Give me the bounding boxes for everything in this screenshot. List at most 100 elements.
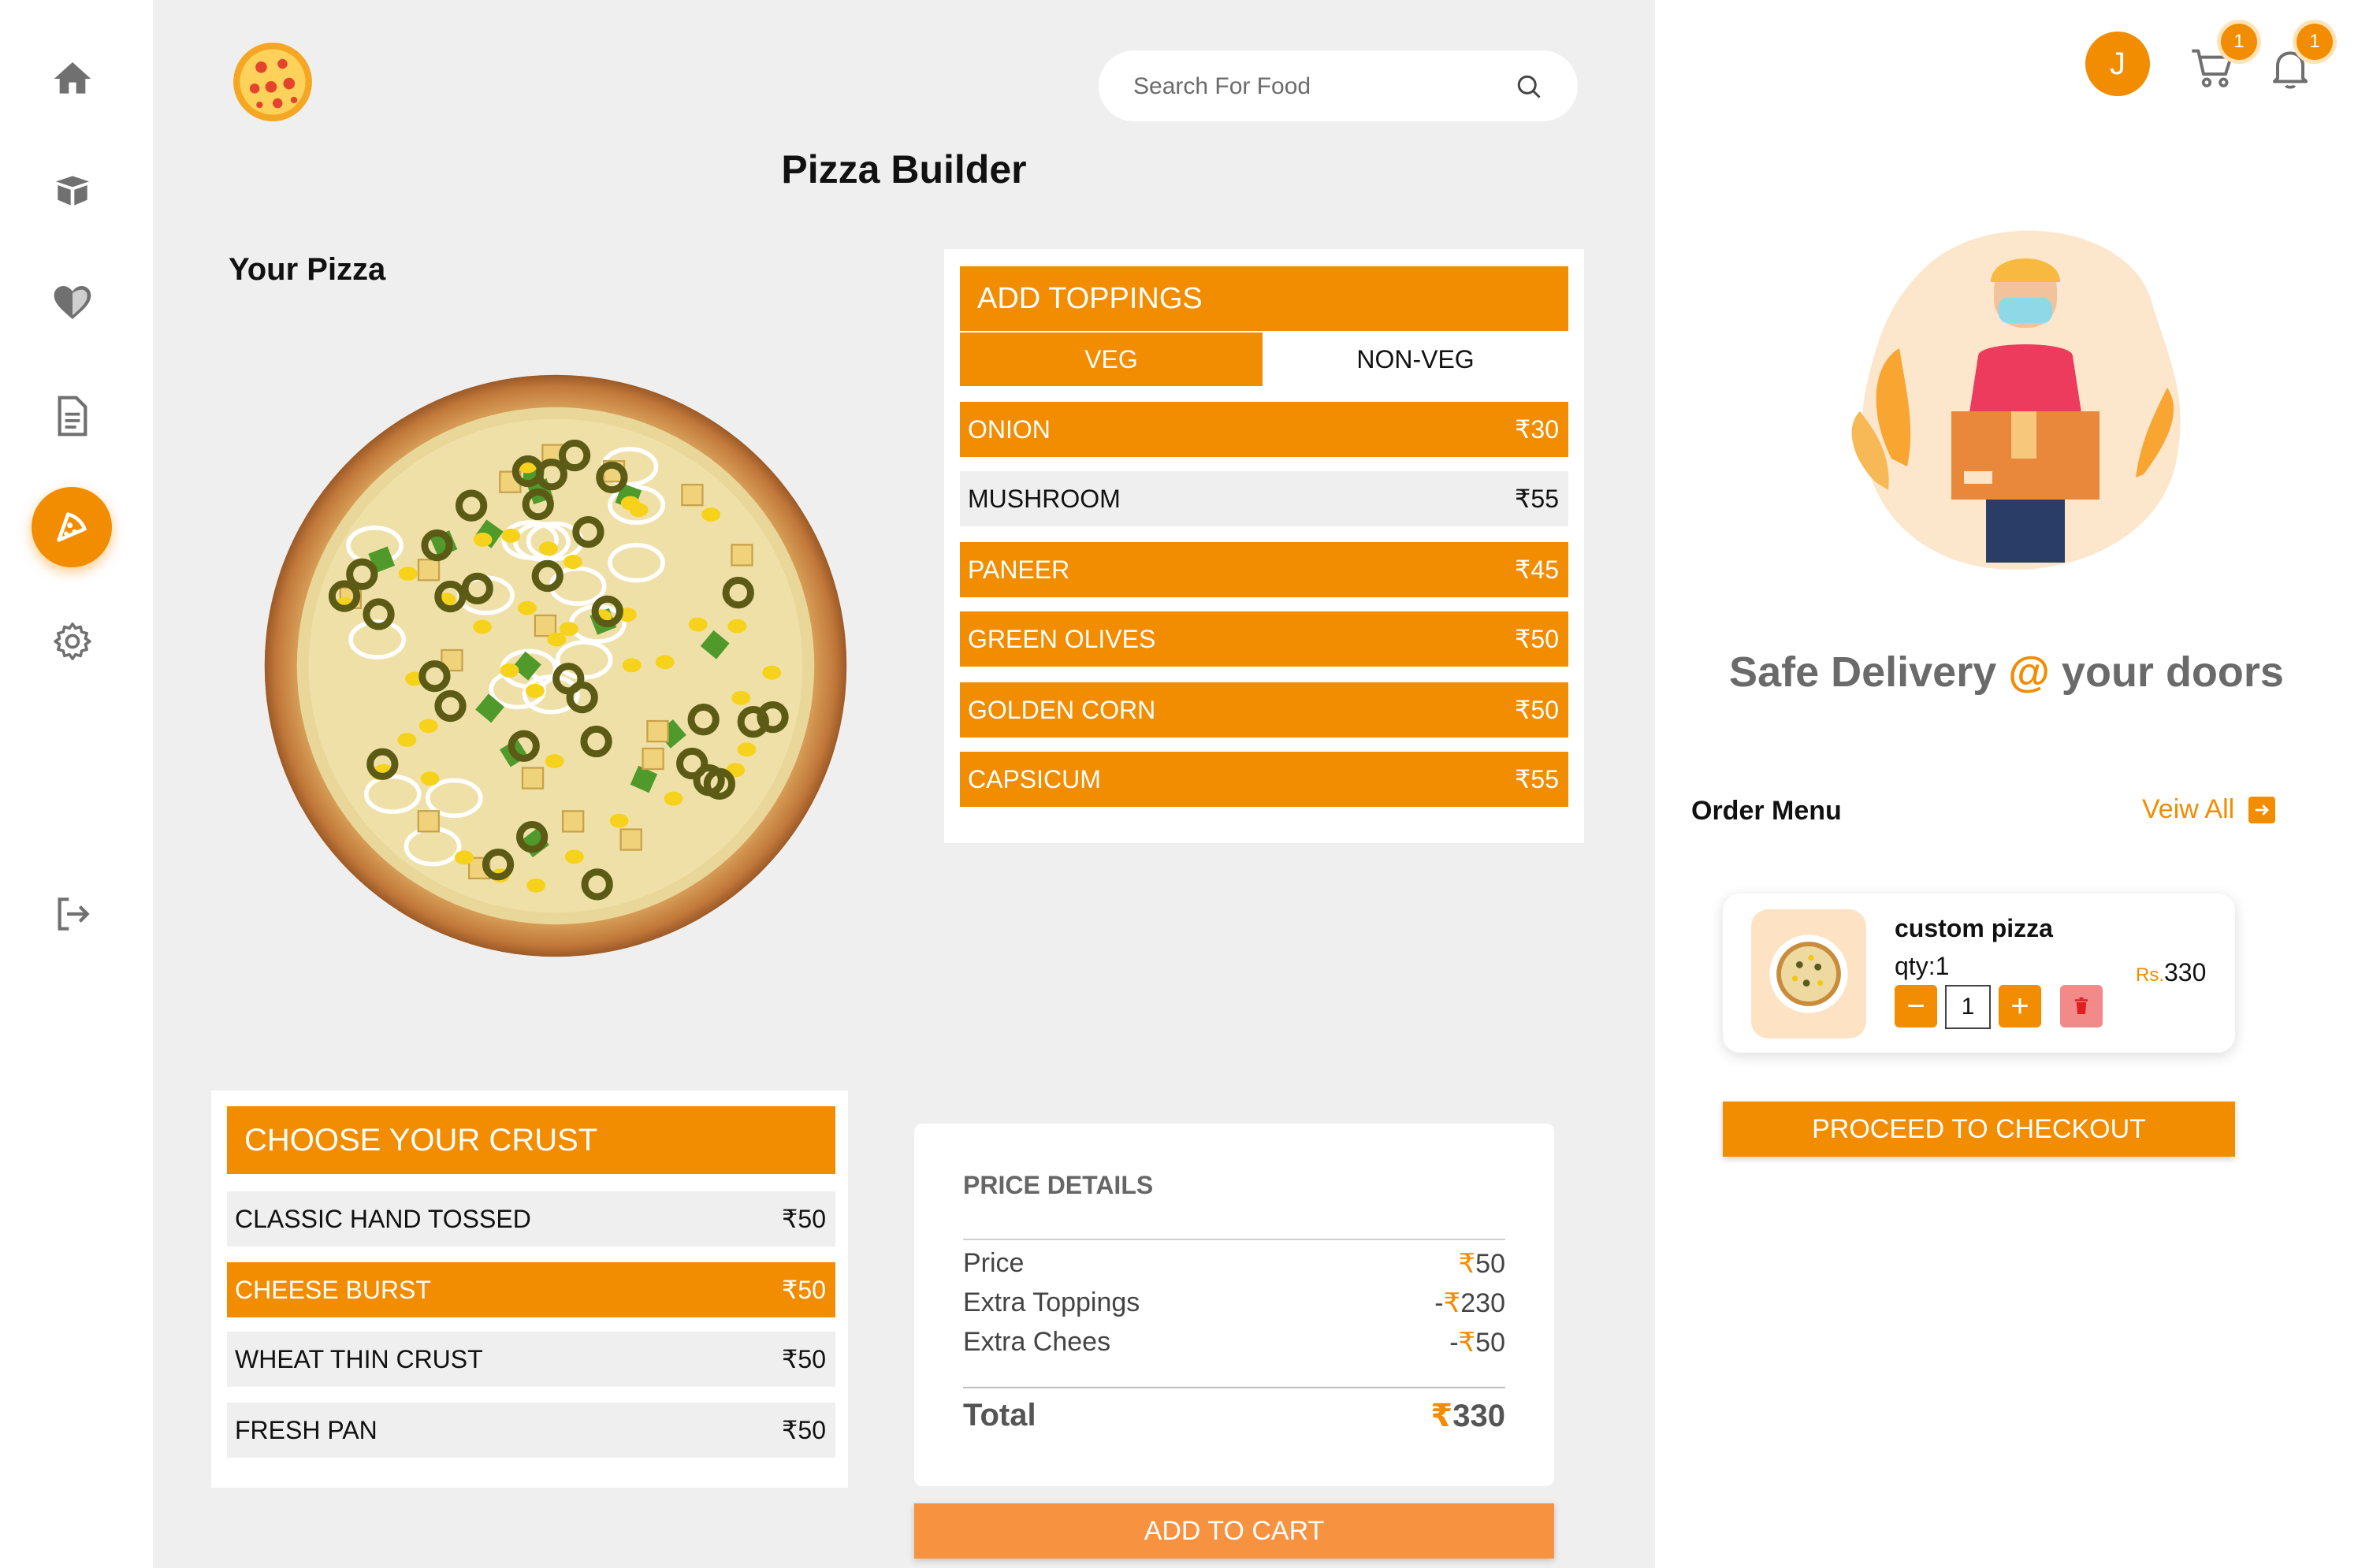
quantity-input[interactable]: 1 (1945, 985, 1991, 1029)
page-title: Pizza Builder (781, 147, 1027, 191)
topping-item[interactable]: PANEER ₹45 (960, 542, 1568, 597)
search-bar (1099, 50, 1578, 123)
topping-item[interactable]: GREEN OLIVES ₹50 (960, 611, 1568, 667)
trash-icon (2074, 997, 2088, 1014)
price-label: Price (963, 1248, 1025, 1278)
tab-veg[interactable]: VEG (960, 333, 1263, 386)
paneer-cube (619, 828, 642, 851)
price-value: -₹50 (1449, 1328, 1505, 1358)
delivery-illustration (1828, 206, 2222, 600)
topping-name: CAPSICUM (968, 764, 1101, 793)
view-all-link[interactable]: Veiw All (2142, 794, 2276, 825)
price-value: -₹230 (1434, 1288, 1505, 1318)
divider (963, 1239, 1505, 1240)
price-value: ₹50 (1458, 1249, 1505, 1279)
corn-kernel (398, 567, 418, 581)
cart-count-badge: 1 (2221, 24, 2257, 60)
toppings-header: ADD TOPPINGS (960, 266, 1568, 331)
corn-kernel (762, 665, 782, 680)
topping-price: ₹50 (1515, 696, 1559, 724)
topping-item[interactable]: ONION ₹30 (960, 402, 1568, 457)
paneer-cube (534, 614, 557, 637)
crust-price: ₹50 (782, 1345, 826, 1373)
corn-kernel (420, 771, 440, 786)
crust-name: FRESH PAN (235, 1415, 378, 1444)
corn-kernel (609, 813, 629, 828)
search-input[interactable] (1132, 50, 1513, 123)
crust-item[interactable]: FRESH PAN ₹50 (227, 1403, 835, 1458)
corn-kernel (547, 632, 567, 647)
gear-icon[interactable] (46, 615, 99, 668)
price-row: Price ₹50 (963, 1248, 1505, 1280)
corn-kernel (525, 683, 545, 698)
logout-icon[interactable] (46, 887, 99, 941)
order-item-card: custom pizza qty:1 − 1 + Rs.330 (1723, 894, 2235, 1053)
crust-name: WHEAT THIN CRUST (235, 1344, 483, 1373)
crust-item[interactable]: WHEAT THIN CRUST ₹50 (227, 1332, 835, 1387)
crust-item[interactable]: CLASSIC HAND TOSSED ₹50 (227, 1191, 835, 1247)
tagline: Safe Delivery @ your doors (1729, 648, 2284, 696)
corn-kernel (655, 655, 675, 670)
crust-price: ₹50 (782, 1416, 826, 1444)
topping-name: ONION (968, 414, 1051, 444)
corn-kernel (473, 619, 492, 634)
corn-kernel (397, 733, 417, 747)
topping-price: ₹55 (1515, 485, 1559, 513)
document-icon[interactable] (46, 389, 99, 443)
crust-price: ₹50 (782, 1276, 826, 1304)
corn-kernel (473, 532, 493, 547)
topping-item[interactable]: GOLDEN CORN ₹50 (960, 682, 1568, 738)
topping-name: GREEN OLIVES (968, 624, 1156, 653)
search-icon[interactable] (1515, 72, 1543, 101)
topping-name: GOLDEN CORN (968, 695, 1156, 724)
corn-kernel (564, 849, 584, 864)
price-label: Extra Chees (963, 1327, 1111, 1357)
corn-kernel (688, 617, 708, 632)
price-row: Extra Toppings -₹230 (963, 1287, 1505, 1319)
proceed-to-checkout-button[interactable]: PROCEED TO CHECKOUT (1723, 1102, 2235, 1157)
price-details-title: PRICE DETAILS (963, 1171, 1154, 1199)
increase-qty-button[interactable]: + (1999, 985, 2041, 1027)
corn-kernel (501, 528, 521, 543)
corn-kernel (418, 719, 438, 734)
paneer-cube (417, 559, 441, 581)
corn-kernel (664, 791, 683, 806)
crust-name: CHEESE BURST (235, 1275, 431, 1304)
paneer-cube (521, 767, 545, 790)
corn-kernel (454, 850, 474, 865)
corn-kernel (622, 658, 642, 673)
topping-item[interactable]: MUSHROOM ₹55 (960, 471, 1568, 526)
view-all-label: Veiw All (2142, 794, 2235, 824)
topping-name: PANEER (968, 555, 1070, 584)
crust-item[interactable]: CHEESE BURST ₹50 (227, 1262, 835, 1317)
home-icon[interactable] (46, 52, 99, 106)
divider (963, 1387, 1505, 1388)
order-item-thumbnail (1751, 909, 1866, 1039)
pizza-icon[interactable] (32, 487, 112, 567)
delete-button[interactable] (2060, 985, 2103, 1027)
crust-panel: CHOOSE YOUR CRUST CLASSIC HAND TOSSED ₹5… (211, 1091, 848, 1488)
topping-price: ₹50 (1515, 625, 1559, 653)
decrease-qty-button[interactable]: − (1895, 985, 1937, 1027)
avatar[interactable]: J (2085, 32, 2150, 96)
paneer-cube (417, 810, 440, 833)
order-item-qty: qty:1 (1895, 952, 1950, 980)
box-icon[interactable] (46, 164, 99, 217)
order-menu-title: Order Menu (1691, 796, 1842, 826)
paneer-cube (642, 747, 664, 771)
corn-kernel (517, 600, 537, 615)
total-row: Total ₹330 (963, 1398, 1505, 1434)
tab-non-veg[interactable]: NON-VEG (1263, 333, 1568, 386)
pizza-logo[interactable] (232, 41, 314, 123)
total-label: Total (963, 1398, 1036, 1432)
topping-name: MUSHROOM (968, 484, 1121, 513)
topping-item[interactable]: CAPSICUM ₹55 (960, 752, 1568, 807)
corn-kernel (629, 503, 649, 518)
add-to-cart-button[interactable]: ADD TO CART (914, 1503, 1554, 1559)
heart-icon[interactable] (46, 276, 99, 329)
order-item-name: custom pizza (1895, 914, 2053, 942)
topping-price: ₹55 (1515, 765, 1559, 793)
corn-kernel (737, 742, 757, 757)
crust-header: CHOOSE YOUR CRUST (227, 1106, 835, 1174)
paneer-cube (681, 483, 704, 507)
